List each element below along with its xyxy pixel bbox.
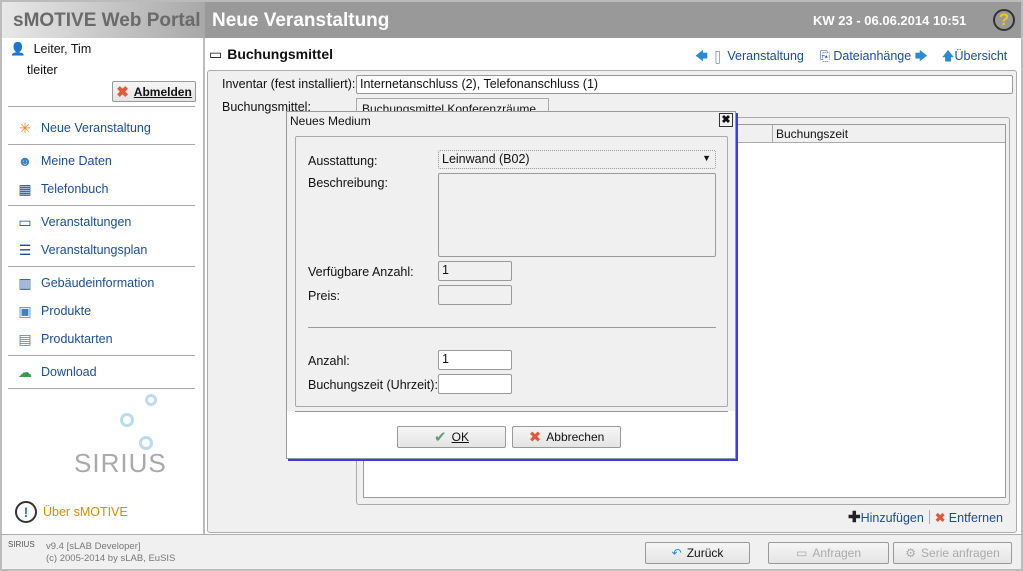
preis-field [438, 285, 512, 305]
divider [8, 144, 195, 145]
cancel-button[interactable]: ✖ Abbrechen [512, 426, 621, 448]
series-request-button[interactable]: ⚙ Serie anfragen [893, 542, 1012, 564]
user-icon: ☻ [17, 153, 33, 169]
presentation-icon: ▭ [209, 46, 223, 62]
divider [928, 510, 930, 524]
presentation-icon: ▭ [18, 214, 32, 230]
anzahl-field[interactable]: 1 [438, 350, 512, 370]
arrow-right-icon: 🡆 [914, 49, 928, 63]
divider [8, 355, 195, 356]
section-nav: 🡄 ▯ Veranstaltung ⎘ Dateianhänge 🡆 🡅Über… [695, 47, 1007, 68]
back-button[interactable]: ↶ Zurück [645, 542, 750, 564]
anzahl-label: Anzahl: [308, 354, 350, 368]
app-title: sMOTIVE Web Portal [13, 10, 201, 31]
ok-button[interactable]: ✔ OK [397, 426, 506, 448]
column-buchungszeit[interactable]: Buchungszeit [772, 125, 851, 143]
arrow-left-icon: 🡄 [695, 49, 708, 63]
sidebar-item-meine-daten[interactable]: ☻ Meine Daten [15, 152, 112, 170]
download-icon: ☁ [18, 364, 32, 380]
help-icon[interactable]: ? [993, 9, 1015, 31]
add-button[interactable]: ✚Hinzufügen [848, 508, 924, 526]
logo-dot [120, 413, 134, 427]
schedule-icon: ☰ [18, 242, 32, 258]
building-icon: ▥ [18, 275, 32, 291]
ausstattung-select[interactable]: Leinwand (B02) ▼ [438, 150, 716, 169]
arrow-up-icon: 🡅 [941, 49, 955, 63]
close-icon[interactable]: ✖ [719, 113, 733, 127]
page-title: Neue Veranstaltung [212, 10, 390, 31]
inventar-field[interactable]: Internetanschluss (2), Telefonanschluss … [356, 75, 1013, 94]
buchungszeit-field[interactable] [438, 374, 512, 394]
user-name: Leiter, Tim [33, 42, 92, 56]
sirius-small-logo: SIRIUS [8, 540, 35, 549]
product-types-icon: ▤ [18, 331, 32, 347]
new-medium-dialog: Neues Medium ✖ Ausstattung: Leinwand (B0… [286, 111, 736, 459]
series-icon: ⚙ [905, 546, 917, 560]
sidebar-item-telefonbuch[interactable]: ▦ Telefonbuch [15, 180, 108, 198]
divider [8, 266, 195, 267]
footer: SIRIUS v9.4 [sLAB Developer] (c) 2005-201… [0, 534, 1023, 571]
version-info: v9.4 [sLAB Developer] (c) 2005-2014 by sL… [46, 541, 176, 564]
section-header: ▭ Buchungsmittel [209, 46, 333, 63]
overview-link[interactable]: 🡅Übersicht [942, 47, 1008, 68]
preis-label: Preis: [308, 289, 340, 303]
buchungszeit-label: Buchungszeit (Uhrzeit): [308, 378, 438, 392]
datetime: KW 23 - 06.06.2014 10:51 [813, 13, 967, 28]
logo-dot [145, 394, 157, 406]
presentation-new-icon: ✳ [19, 120, 31, 136]
x-icon: ✖ [116, 83, 129, 101]
chevron-down-icon: ▼ [702, 153, 711, 163]
user-login: tleiter [27, 63, 58, 77]
inventar-label: Inventar (fest installiert): [222, 77, 356, 91]
undo-icon: ↶ [671, 546, 682, 560]
sidebar-item-download[interactable]: ☁ Download [15, 363, 97, 381]
back-link[interactable]: 🡄 ▯ Veranstaltung [695, 47, 804, 68]
user-info: 👤 Leiter, Tim [10, 42, 91, 57]
phonebook-icon: ▦ [18, 181, 32, 197]
sidebar-item-produktarten[interactable]: ▤ Produktarten [15, 330, 112, 348]
app-title-bar: sMOTIVE Web Portal [0, 0, 205, 38]
divider [8, 106, 195, 107]
sidebar-item-produkte[interactable]: ▣ Produkte [15, 302, 91, 320]
about-link[interactable]: ! Über sMOTIVE [15, 501, 128, 523]
presentation-icon: ▭ [795, 546, 808, 560]
logo-dot [139, 436, 153, 450]
sidebar-item-veranstaltungsplan[interactable]: ☰ Veranstaltungsplan [15, 241, 148, 259]
clipboard-icon: ▯ [711, 49, 724, 63]
divider [295, 411, 728, 412]
dialog-title: Neues Medium [287, 112, 735, 131]
beschreibung-field[interactable] [438, 173, 716, 257]
product-icon: ▣ [18, 303, 32, 319]
check-icon: ✔ [434, 429, 447, 446]
table-actions: ✚Hinzufügen ✖ Entfernen [848, 508, 1003, 526]
page-header: Neue Veranstaltung KW 23 - 06.06.2014 10… [205, 0, 1023, 38]
medium-group: Ausstattung: Leinwand (B02) ▼ Beschreibun… [295, 136, 728, 407]
section-title: Buchungsmittel [227, 46, 334, 62]
request-button[interactable]: ▭ Anfragen [768, 542, 889, 564]
divider [8, 388, 195, 389]
verfuegbar-field: 1 [438, 261, 512, 281]
forward-link[interactable]: ⎘ Dateianhänge 🡆 [820, 47, 928, 68]
user-icon: 👤 [10, 42, 26, 56]
sirius-logo: SIRIUS [74, 448, 167, 478]
verfuegbar-label: Verfügbare Anzahl: [308, 265, 414, 279]
logout-button[interactable]: ✖ Abmelden [112, 81, 196, 102]
info-icon: ! [15, 501, 37, 523]
ausstattung-label: Ausstattung: [308, 154, 378, 168]
sidebar-item-gebaeudeinformation[interactable]: ▥ Gebäudeinformation [15, 274, 154, 292]
divider [8, 205, 195, 206]
sidebar-item-veranstaltungen[interactable]: ▭ Veranstaltungen [15, 213, 131, 231]
sidebar: 👤 Leiter, Tim tleiter ✖ Abmelden ✳ Neue Ver… [0, 38, 205, 534]
sidebar-item-neue-veranstaltung[interactable]: ✳ Neue Veranstaltung [15, 119, 151, 137]
x-icon: ✖ [528, 429, 542, 446]
divider [308, 327, 716, 328]
plus-icon: ✚ [848, 509, 861, 526]
x-icon: ✖ [934, 510, 946, 525]
remove-button[interactable]: ✖ Entfernen [935, 510, 1003, 525]
beschreibung-label: Beschreibung: [308, 176, 388, 190]
attachment-icon: ⎘ [819, 49, 830, 63]
